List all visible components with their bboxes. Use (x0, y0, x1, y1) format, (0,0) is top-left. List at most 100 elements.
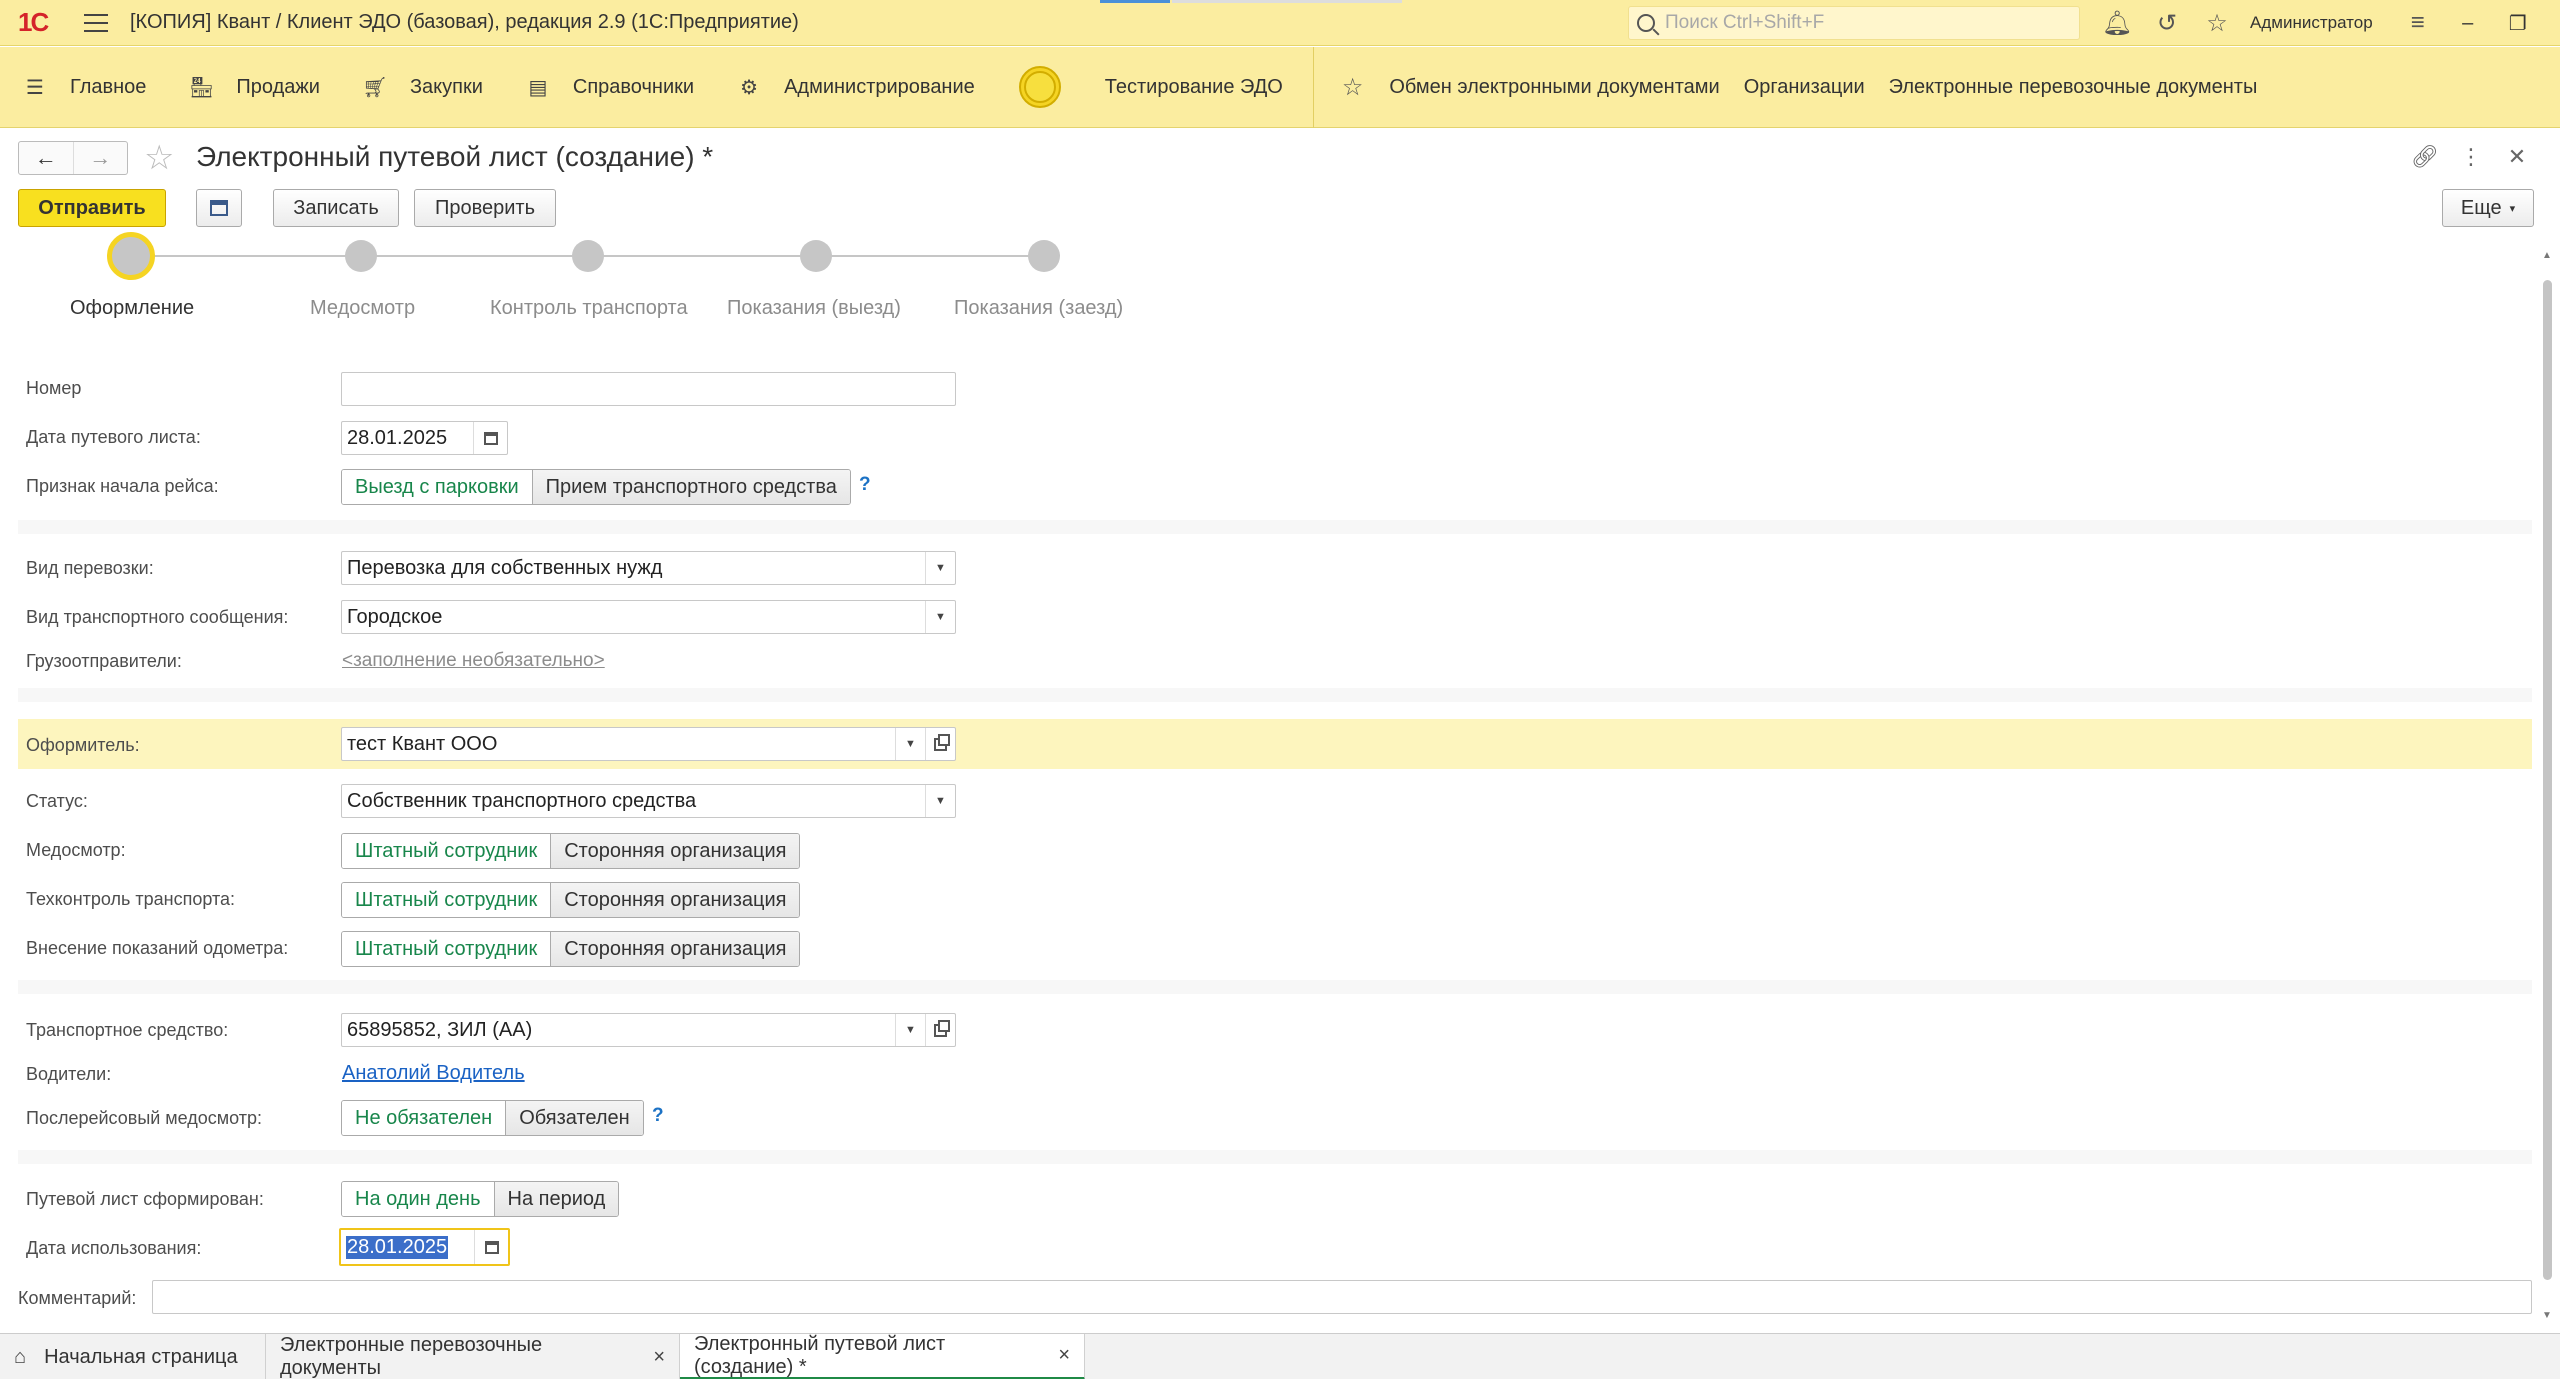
techcheck-staff[interactable]: Штатный сотрудник (342, 883, 551, 917)
comment-input[interactable] (152, 1280, 2532, 1314)
main-menu-icon[interactable] (84, 13, 108, 32)
current-user[interactable]: Администратор (2250, 13, 2373, 33)
top-indicator (1100, 0, 1170, 3)
step-dot-5[interactable] (1028, 240, 1060, 272)
step-label-4[interactable]: Показания (выезд) (727, 297, 901, 320)
chevron-down-icon[interactable]: ▼ (895, 728, 925, 760)
step-dot-2[interactable] (345, 240, 377, 272)
techcheck-third-party[interactable]: Сторонняя организация (550, 883, 800, 917)
section-catalogs[interactable]: ▤ Справочники (503, 47, 714, 128)
comment-label: Комментарий: (18, 1288, 137, 1308)
more-label: Еще (2460, 196, 2502, 219)
odometer-staff[interactable]: Штатный сотрудник (342, 932, 551, 966)
step-dot-1[interactable] (107, 232, 155, 280)
open-icon[interactable] (925, 1014, 955, 1046)
step-label-5[interactable]: Показания (заезд) (954, 297, 1123, 320)
back-arrow-icon[interactable]: ← (19, 142, 73, 174)
calendar-icon[interactable] (474, 1230, 508, 1264)
more-button[interactable]: Еще ▾ (2442, 189, 2534, 227)
number-input[interactable] (341, 372, 956, 406)
transport-type-select[interactable]: Перевозка для собственных нужд ▼ (341, 551, 956, 585)
section-admin[interactable]: ⚙ Администрирование (714, 47, 995, 128)
scroll-up-icon[interactable]: ▲ (2542, 250, 2552, 261)
trip-start-receive[interactable]: Прием транспортного средства (531, 470, 850, 504)
techcheck-label: Техконтроль транспорта: (26, 889, 236, 909)
settings-menu-icon[interactable]: ≡ (2393, 0, 2443, 46)
favorite-link-edo[interactable]: Обмен электронными документами (1389, 76, 1719, 99)
vehicle-select[interactable]: 65895852, ЗИЛ (АА) ▼ (341, 1013, 956, 1047)
vehicle-label: Транспортное средство: (26, 1020, 229, 1040)
number-label: Номер (26, 378, 82, 398)
step-label-3[interactable]: Контроль транспорта (490, 297, 688, 320)
scroll-down-icon[interactable]: ▼ (2542, 1310, 2552, 1321)
shippers-link[interactable]: <заполнение необязательно> (342, 650, 605, 672)
tab-transport-docs[interactable]: Электронные перевозочные документы × (266, 1334, 680, 1379)
favorites-star-icon[interactable]: ☆ (2192, 0, 2242, 46)
step-dot-3[interactable] (572, 240, 604, 272)
section-purchases[interactable]: 🛒︎ Закупки (340, 47, 503, 128)
chevron-down-icon[interactable]: ▼ (925, 601, 955, 633)
send-button[interactable]: Отправить (18, 189, 166, 227)
issuer-select[interactable]: тест Квант ООО ▼ (341, 727, 956, 761)
chevron-down-icon[interactable]: ▼ (895, 1014, 925, 1046)
medcheck-staff[interactable]: Штатный сотрудник (342, 834, 551, 868)
tab-waybill-create[interactable]: Электронный путевой лист (создание) * × (680, 1333, 1085, 1379)
close-form-icon[interactable]: ✕ (2494, 140, 2540, 174)
close-window-icon[interactable]: ✕ (2543, 0, 2560, 46)
chevron-down-icon: ▾ (2509, 202, 2516, 215)
medcheck-third-party[interactable]: Сторонняя организация (550, 834, 800, 868)
section-panel: ☰ Главное 🏪︎ Продажи 🛒︎ Закупки ▤ Справо… (0, 46, 2560, 128)
global-search-input[interactable]: Поиск Ctrl+Shift+F (1628, 6, 2080, 40)
date-input[interactable]: 28.01.2025 (341, 421, 508, 455)
forward-arrow-icon[interactable]: → (72, 142, 128, 174)
favorite-link-orgs[interactable]: Организации (1744, 76, 1865, 99)
medcheck-label: Медосмотр: (26, 840, 126, 860)
calendar-icon[interactable] (473, 422, 507, 454)
step-label-1[interactable]: Оформление (70, 297, 194, 320)
usage-date-input[interactable]: 28.01.2025 (339, 1228, 510, 1266)
formed-period[interactable]: На период (493, 1182, 619, 1216)
more-vertical-icon[interactable]: ⋮ (2448, 140, 2494, 174)
status-select[interactable]: Собственник транспортного средства ▼ (341, 784, 956, 818)
odometer-third-party[interactable]: Сторонняя организация (550, 932, 800, 966)
vertical-scrollbar[interactable]: ▲ ▼ (2540, 250, 2554, 1321)
post-medcheck-not-required[interactable]: Не обязателен (342, 1101, 506, 1135)
drivers-link[interactable]: Анатолий Водитель (342, 1062, 525, 1085)
minimize-icon[interactable]: – (2443, 0, 2493, 46)
status-label: Статус: (26, 791, 88, 811)
trip-start-parking[interactable]: Выезд с парковки (342, 470, 532, 504)
close-tab-icon[interactable]: × (653, 1346, 665, 1369)
post-medcheck-required[interactable]: Обязателен (505, 1101, 643, 1135)
medcheck-switch: Штатный сотрудник Сторонняя организация (341, 833, 801, 869)
section-main[interactable]: ☰ Главное (0, 47, 166, 128)
chevron-down-icon[interactable]: ▼ (925, 785, 955, 817)
connection-label: Вид транспортного сообщения: (26, 607, 289, 627)
scroll-thumb[interactable] (2543, 280, 2552, 1280)
issuer-label: Оформитель: (26, 735, 140, 755)
help-icon[interactable]: ? (652, 1105, 664, 1127)
chevron-down-icon[interactable]: ▼ (925, 552, 955, 584)
link-icon[interactable]: 🔗︎ (2402, 140, 2448, 174)
favorite-link-transport-docs[interactable]: Электронные перевозочные документы (1889, 76, 2258, 99)
connection-select[interactable]: Городское ▼ (341, 600, 956, 634)
section-sales[interactable]: 🏪︎ Продажи (166, 47, 340, 128)
section-label: Главное (70, 75, 147, 98)
usage-date-value: 28.01.2025 (346, 1235, 449, 1259)
print-button[interactable] (196, 189, 242, 227)
formed-one-day[interactable]: На один день (342, 1182, 494, 1216)
section-edo-testing[interactable]: Тестирование ЭДО (995, 47, 1303, 128)
help-icon[interactable]: ? (859, 474, 871, 496)
shippers-label: Грузоотправители: (26, 651, 182, 671)
history-icon[interactable]: ↺ (2142, 0, 2192, 46)
check-button[interactable]: Проверить (414, 189, 556, 227)
tab-home[interactable]: ⌂ Начальная страница (0, 1334, 266, 1379)
step-dot-4[interactable] (800, 240, 832, 272)
open-icon[interactable] (925, 728, 955, 760)
favorites-star-icon[interactable]: ☆ (1342, 73, 1364, 102)
restore-icon[interactable]: ❐ (2493, 0, 2543, 46)
add-favorite-star-icon[interactable]: ☆ (144, 140, 174, 176)
close-tab-icon[interactable]: × (1058, 1344, 1070, 1367)
bell-icon[interactable]: 🔔︎ (2092, 0, 2142, 46)
save-button[interactable]: Записать (273, 189, 399, 227)
step-label-2[interactable]: Медосмотр (310, 297, 415, 320)
